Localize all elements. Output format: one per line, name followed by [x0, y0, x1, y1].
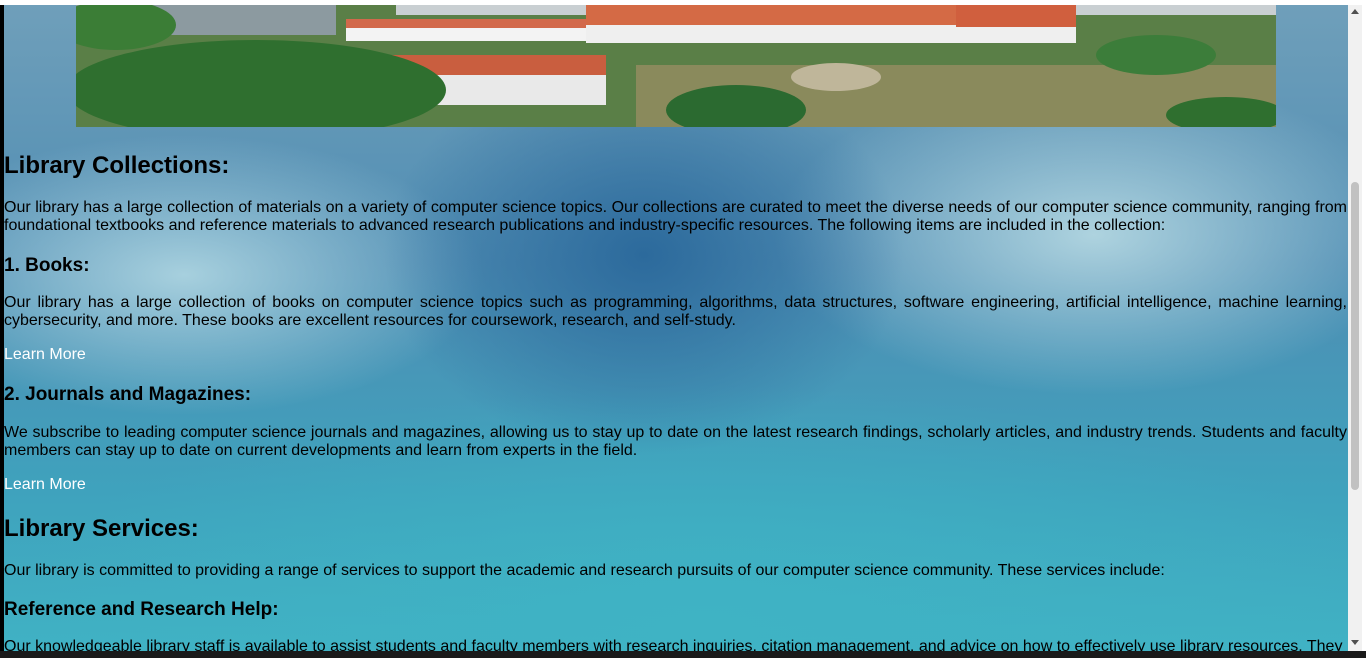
services-heading: Library Services: — [4, 515, 199, 542]
window-right-edge — [1362, 0, 1366, 658]
vertical-scrollbar[interactable] — [1348, 5, 1362, 651]
journals-description: We subscribe to leading computer science… — [4, 424, 1347, 459]
scroll-down-arrow-icon[interactable] — [1351, 640, 1359, 645]
window-bottom-edge — [0, 651, 1366, 658]
scroll-up-arrow-icon[interactable] — [1351, 9, 1359, 14]
scrollbar-thumb[interactable] — [1351, 182, 1359, 490]
journals-learn-more-link[interactable]: Learn More — [4, 476, 86, 494]
reference-help-description: Our knowledgeable library staff is avail… — [4, 638, 1343, 651]
books-heading: 1. Books: — [4, 255, 90, 276]
collections-heading: Library Collections: — [4, 152, 230, 179]
services-intro: Our library is committed to providing a … — [4, 562, 1165, 579]
books-description: Our library has a large collection of bo… — [4, 294, 1347, 329]
campus-aerial-image — [76, 5, 1276, 127]
books-learn-more-link[interactable]: Learn More — [4, 346, 86, 364]
reference-help-heading: Reference and Research Help: — [4, 599, 279, 620]
page-viewport: Library Collections: Our library has a l… — [4, 5, 1348, 651]
journals-heading: 2. Journals and Magazines: — [4, 384, 252, 405]
collections-intro: Our library has a large collection of ma… — [4, 199, 1347, 234]
